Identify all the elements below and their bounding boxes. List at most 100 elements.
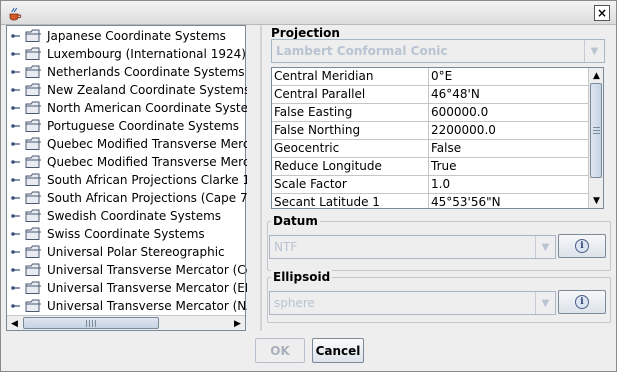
tree-item-new-zealand[interactable]: New Zealand Coordinate Systems <box>7 81 247 99</box>
scroll-down-arrow[interactable]: ▼ <box>589 193 603 208</box>
param-name: Reduce Longitude <box>272 158 429 176</box>
scroll-thumb[interactable] <box>590 83 602 178</box>
tree-item-label: Quebec Modified Transverse Mercato <box>47 137 247 151</box>
tree-expand-icon[interactable] <box>11 140 20 148</box>
tree-item-utm-nad[interactable]: Universal Transverse Mercator (NAD <box>7 297 247 315</box>
tree-expand-icon[interactable] <box>11 32 20 40</box>
folder-icon <box>25 119 41 132</box>
close-icon: × <box>596 6 608 20</box>
param-value[interactable]: 600000.0 <box>430 104 589 122</box>
tree-item-label: Quebec Modified Transverse Mercato <box>47 155 247 169</box>
folder-icon <box>25 47 41 60</box>
tree-expand-icon[interactable] <box>11 158 20 166</box>
title-bar[interactable]: × <box>1 1 616 25</box>
tree-item-north-american[interactable]: North American Coordinate Systems <box>7 99 247 117</box>
tree-item-label: Swedish Coordinate Systems <box>47 209 222 223</box>
ok-button[interactable]: OK <box>255 338 305 363</box>
table-row[interactable]: Secant Latitude 1 45°53'56"N <box>272 194 589 208</box>
tree-item-utm-corre[interactable]: Universal Transverse Mercator (Corre <box>7 261 247 279</box>
folder-icon <box>25 101 41 114</box>
param-name: Central Meridian <box>272 68 429 86</box>
param-value[interactable]: 45°53'56"N <box>430 194 589 208</box>
info-icon: i <box>575 239 589 253</box>
chevron-down-icon[interactable]: ▼ <box>535 292 555 314</box>
tree-item-label: Netherlands Coordinate Systems <box>47 65 245 79</box>
param-value[interactable]: 2200000.0 <box>430 122 589 140</box>
folder-icon <box>25 155 41 168</box>
tree-item-swiss[interactable]: Swiss Coordinate Systems <box>7 225 247 243</box>
folder-icon <box>25 281 41 294</box>
table-row[interactable]: Scale Factor 1.0 <box>272 176 589 194</box>
tree-item-label: Japanese Coordinate Systems <box>47 29 226 43</box>
cancel-button[interactable]: Cancel <box>312 338 364 363</box>
ellipsoid-info-button[interactable]: i <box>558 290 606 314</box>
tree-horizontal-scrollbar[interactable]: ◀ ▶ <box>7 315 245 330</box>
datum-title: Datum <box>271 214 320 228</box>
tree-expand-icon[interactable] <box>11 122 20 130</box>
tree-expand-icon[interactable] <box>11 266 20 274</box>
table-row[interactable]: Geocentric False <box>272 140 589 158</box>
tree-expand-icon[interactable] <box>11 86 20 94</box>
param-value[interactable]: True <box>430 158 589 176</box>
tree-expand-icon[interactable] <box>11 212 20 220</box>
coordinate-system-tree[interactable]: Japanese Coordinate Systems Luxembourg (… <box>6 25 247 331</box>
param-value[interactable]: 0°E <box>430 68 589 86</box>
tree-item-swedish[interactable]: Swedish Coordinate Systems <box>7 207 247 225</box>
tree-expand-icon[interactable] <box>11 284 20 292</box>
tree-item-label: Portuguese Coordinate Systems <box>47 119 240 133</box>
projection-parameters-table[interactable]: Central Meridian 0°E Central Parallel 46… <box>271 67 604 209</box>
table-row[interactable]: Central Parallel 46°48'N <box>272 86 589 104</box>
folder-icon <box>25 299 41 312</box>
tree-item-ups[interactable]: Universal Polar Stereographic <box>7 243 247 261</box>
scroll-right-arrow[interactable]: ▶ <box>230 316 245 331</box>
tree-item-label: South African Projections (Cape 7-pa <box>47 191 247 205</box>
tree-item-utm-ed[interactable]: Universal Transverse Mercator (ED 5 <box>7 279 247 297</box>
ellipsoid-title: Ellipsoid <box>271 270 333 284</box>
tree-item-quebec-2[interactable]: Quebec Modified Transverse Mercato <box>7 153 247 171</box>
param-value[interactable]: False <box>430 140 589 158</box>
param-value[interactable]: 46°48'N <box>430 86 589 104</box>
folder-icon <box>25 263 41 276</box>
split-pane-divider[interactable] <box>257 25 265 331</box>
ellipsoid-selected: sphere <box>274 296 315 310</box>
table-row[interactable]: False Northing 2200000.0 <box>272 122 589 140</box>
folder-icon <box>25 245 41 258</box>
chevron-down-icon[interactable]: ▼ <box>535 236 555 258</box>
tree-item-portuguese[interactable]: Portuguese Coordinate Systems <box>7 117 247 135</box>
tree-item-label: Universal Transverse Mercator (ED 5 <box>47 281 247 295</box>
param-value[interactable]: 1.0 <box>430 176 589 194</box>
tree-item-south-african-clarke[interactable]: South African Projections Clarke 188 <box>7 171 247 189</box>
tree-item-netherlands[interactable]: Netherlands Coordinate Systems <box>7 63 247 81</box>
tree-item-label: New Zealand Coordinate Systems <box>47 83 247 97</box>
close-button[interactable]: × <box>594 5 610 21</box>
table-row[interactable]: Central Meridian 0°E <box>272 68 589 86</box>
table-row[interactable]: False Easting 600000.0 <box>272 104 589 122</box>
folder-icon <box>25 65 41 78</box>
tree-item-japanese[interactable]: Japanese Coordinate Systems <box>7 27 247 45</box>
tree-item-south-african-cape[interactable]: South African Projections (Cape 7-pa <box>7 189 247 207</box>
folder-icon <box>25 137 41 150</box>
scroll-thumb[interactable] <box>23 317 159 329</box>
datum-combo[interactable]: NTF ▼ <box>269 235 556 259</box>
tree-item-quebec-1[interactable]: Quebec Modified Transverse Mercato <box>7 135 247 153</box>
ellipsoid-combo[interactable]: sphere ▼ <box>269 291 556 315</box>
tree-expand-icon[interactable] <box>11 176 20 184</box>
tree-item-label: Luxembourg (International 1924) <box>47 47 246 61</box>
java-cup-icon <box>9 7 22 21</box>
scroll-left-arrow[interactable]: ◀ <box>7 316 22 331</box>
datum-info-button[interactable]: i <box>558 234 606 258</box>
tree-expand-icon[interactable] <box>11 230 20 238</box>
table-row[interactable]: Reduce Longitude True <box>272 158 589 176</box>
projection-combo[interactable]: Lambert Conformal Conic ▼ <box>271 39 605 63</box>
tree-expand-icon[interactable] <box>11 194 20 202</box>
tree-expand-icon[interactable] <box>11 302 20 310</box>
table-vertical-scrollbar[interactable]: ▲ ▼ <box>588 68 603 208</box>
tree-expand-icon[interactable] <box>11 68 20 76</box>
tree-expand-icon[interactable] <box>11 248 20 256</box>
tree-expand-icon[interactable] <box>11 50 20 58</box>
tree-expand-icon[interactable] <box>11 104 20 112</box>
tree-item-luxembourg[interactable]: Luxembourg (International 1924) <box>7 45 247 63</box>
folder-icon <box>25 173 41 186</box>
chevron-down-icon[interactable]: ▼ <box>584 40 604 62</box>
scroll-up-arrow[interactable]: ▲ <box>589 68 603 83</box>
